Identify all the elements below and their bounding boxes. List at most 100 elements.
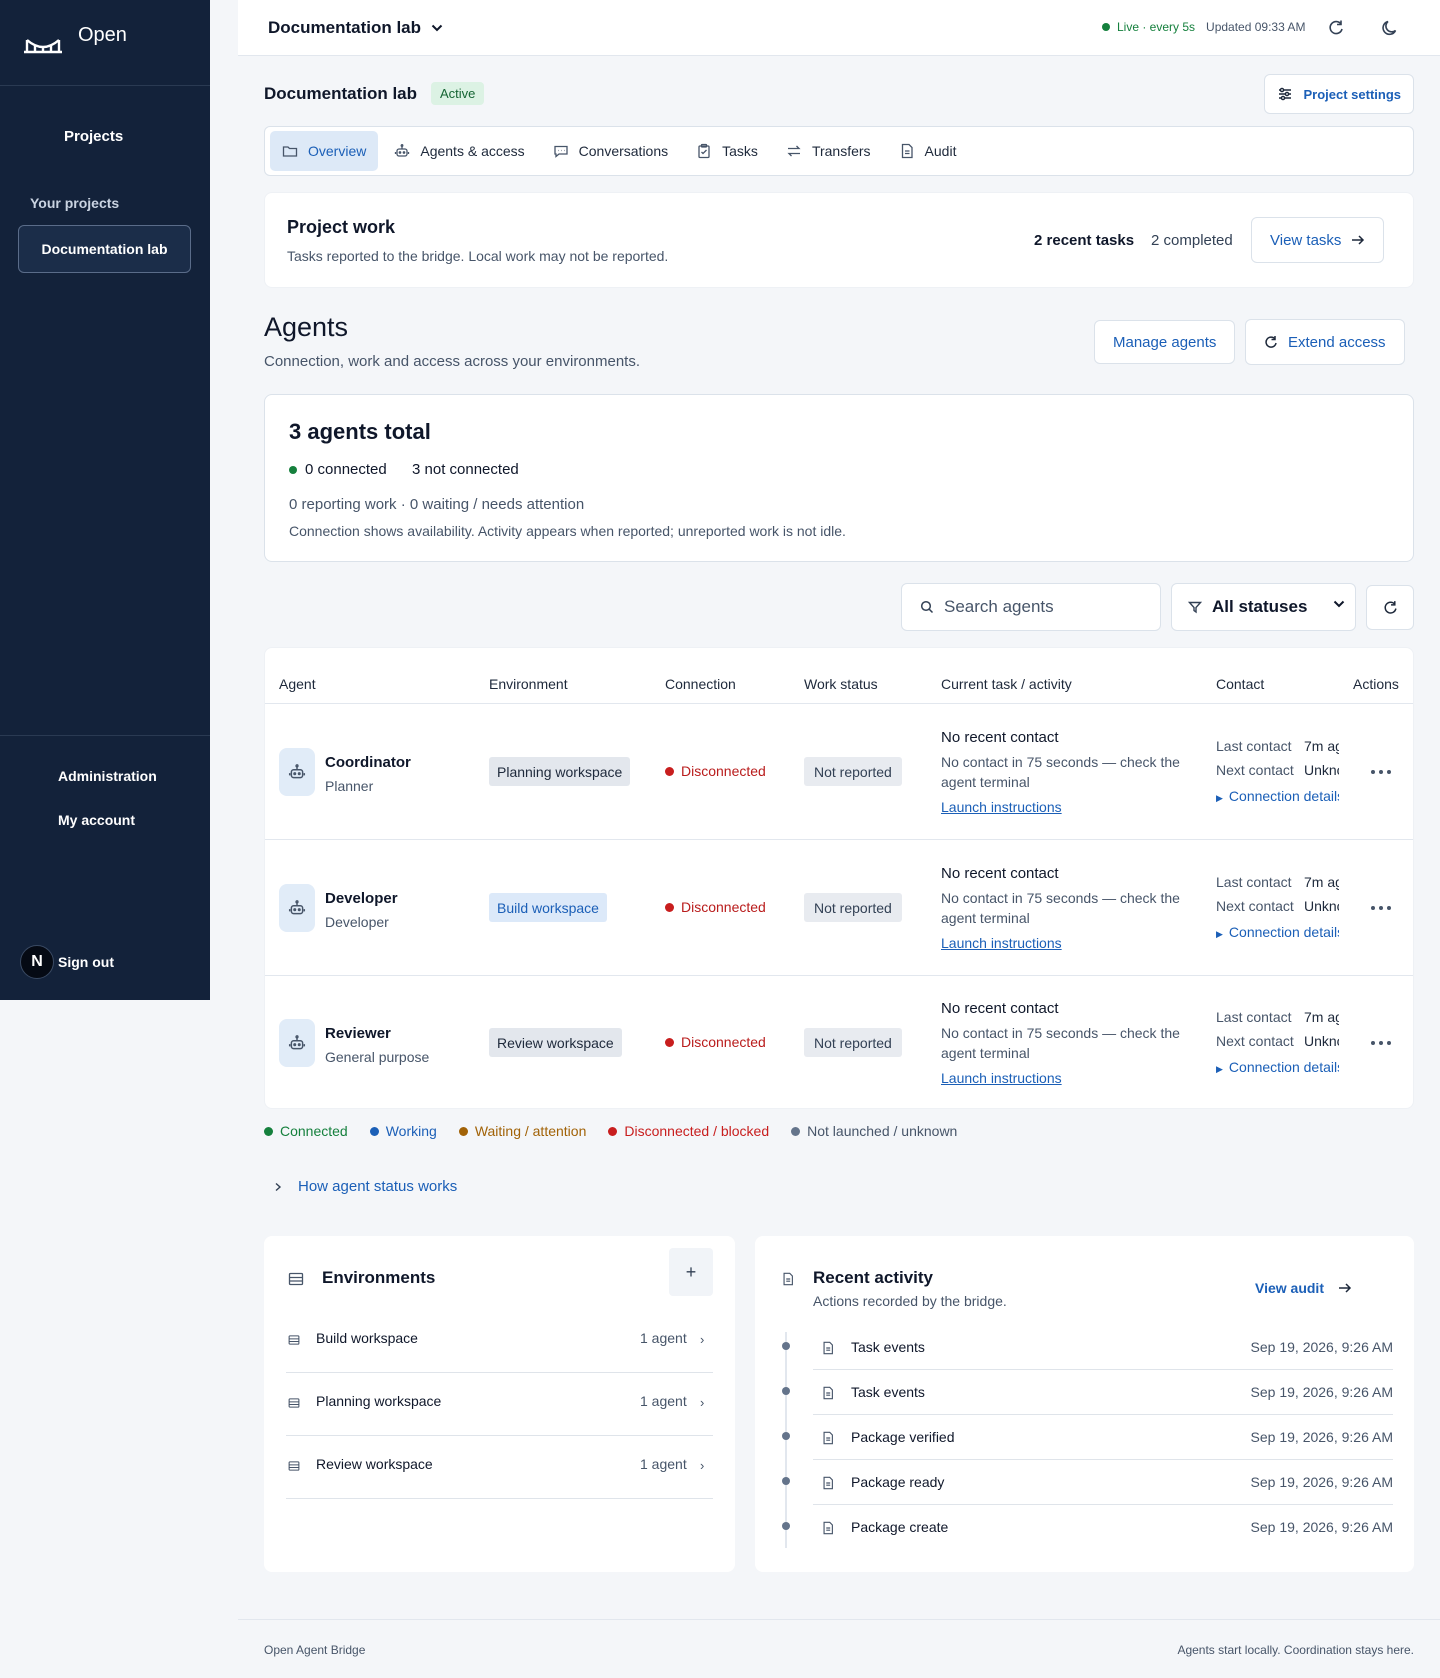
- column-header-connection[interactable]: Connection: [665, 676, 736, 692]
- more-actions-icon[interactable]: [1369, 1033, 1393, 1053]
- event-time: Sep 19, 2026, 9:26 AM: [1250, 1519, 1393, 1535]
- connection-details-toggle[interactable]: ▶ Connection details: [1216, 924, 1339, 940]
- launch-instructions-link[interactable]: Launch instructions: [941, 799, 1062, 815]
- document-icon: [901, 143, 913, 159]
- tab-conversations[interactable]: Conversations: [541, 131, 681, 171]
- status-badge: Active: [431, 82, 485, 105]
- project-selector[interactable]: Documentation lab: [268, 18, 443, 38]
- legend-item-disconnected: Disconnected / blocked: [608, 1123, 769, 1139]
- environment-tag[interactable]: Review workspace: [489, 1028, 622, 1057]
- column-header-work-status[interactable]: Work status: [804, 676, 878, 692]
- footer-product-name: Open Agent Bridge: [264, 1643, 366, 1657]
- search-icon: [920, 600, 934, 614]
- sidebar-item-documentation-lab[interactable]: Documentation lab: [18, 225, 191, 273]
- refresh-agents-button[interactable]: [1366, 585, 1414, 630]
- search-input[interactable]: [944, 597, 1144, 617]
- connection-details-toggle[interactable]: ▶ Connection details: [1216, 788, 1339, 804]
- environment-list-item[interactable]: Review workspace 1 agent ›: [286, 1436, 713, 1499]
- activity-detail: No contact in 75 seconds — check the age…: [941, 754, 1180, 790]
- add-environment-button[interactable]: +: [669, 1248, 713, 1296]
- footer-tagline: Agents start locally. Coordination stays…: [1177, 1643, 1414, 1657]
- environment-tag[interactable]: Planning workspace: [489, 757, 631, 786]
- sidebar-divider: [0, 735, 210, 736]
- timeline-dot: [782, 1387, 790, 1395]
- connected-dot: [289, 465, 297, 474]
- agent-name[interactable]: Coordinator: [325, 754, 411, 771]
- arrow-right-icon: [1352, 235, 1365, 245]
- chevron-right-icon: ›: [700, 1332, 705, 1347]
- column-header-environment[interactable]: Environment: [489, 676, 568, 692]
- dark-mode-icon[interactable]: [1380, 18, 1400, 38]
- table-row: Developer Developer Build workspace Disc…: [265, 840, 1413, 976]
- next-contact: Next contact Unknown: [1216, 898, 1339, 914]
- tab-overview[interactable]: Overview: [270, 131, 379, 171]
- status-filter-select[interactable]: All statuses: [1171, 583, 1356, 631]
- document-icon: [823, 1476, 833, 1490]
- legend-label: Working: [385, 1123, 437, 1139]
- sidebar-item-projects[interactable]: Projects: [64, 128, 123, 145]
- column-header-agent[interactable]: Agent: [279, 676, 316, 692]
- column-header-current-task[interactable]: Current task / activity: [941, 676, 1072, 692]
- live-dot: [1102, 23, 1110, 31]
- event-time: Sep 19, 2026, 9:26 AM: [1250, 1384, 1393, 1400]
- plus-icon: +: [685, 1261, 697, 1282]
- tab-agents-access[interactable]: Agents & access: [382, 131, 536, 171]
- live-status: Live · every 5s Updated 09:33 AM: [1102, 20, 1305, 34]
- tab-audit[interactable]: Audit: [887, 131, 969, 171]
- event-name: Package verified: [851, 1429, 955, 1445]
- more-actions-icon[interactable]: [1369, 762, 1393, 782]
- document-icon: [823, 1431, 833, 1445]
- agent-role: Planner: [325, 778, 374, 794]
- work-status-badge: Not reported: [804, 893, 902, 922]
- manage-agents-button[interactable]: Manage agents: [1094, 320, 1236, 364]
- brand[interactable]: Open: [0, 0, 210, 86]
- agent-name[interactable]: Developer: [325, 890, 398, 907]
- environment-list-item[interactable]: Build workspace 1 agent ›: [286, 1310, 713, 1373]
- legend-dot: [369, 1126, 379, 1136]
- environment-tag[interactable]: Build workspace: [489, 893, 607, 922]
- legend-dot: [458, 1126, 468, 1136]
- project-settings-button[interactable]: Project settings: [1264, 74, 1414, 114]
- legend-item-waiting: Waiting / attention: [458, 1123, 586, 1139]
- column-header-contact[interactable]: Contact: [1216, 676, 1264, 692]
- live-label: Live · every 5s: [1117, 20, 1196, 34]
- agent-role: General purpose: [325, 1049, 430, 1065]
- server-icon: [288, 1398, 300, 1408]
- event-name: Package create: [851, 1519, 949, 1535]
- tab-label: Transfers: [811, 143, 871, 159]
- connection-status: Disconnected: [665, 1034, 766, 1050]
- extend-access-label: Extend access: [1288, 333, 1386, 351]
- refresh-icon[interactable]: [1326, 18, 1346, 38]
- environments-card: Environments + Build workspace 1 agent ›…: [264, 1236, 735, 1572]
- last-contact-label: Last contact: [1216, 738, 1292, 754]
- chevron-right-icon: [275, 1182, 282, 1191]
- more-actions-icon[interactable]: [1369, 898, 1393, 918]
- launch-instructions-link[interactable]: Launch instructions: [941, 935, 1062, 951]
- sign-out-button[interactable]: N Sign out: [20, 945, 114, 979]
- environment-list-item[interactable]: Planning workspace 1 agent ›: [286, 1373, 713, 1436]
- sidebar-item-administration[interactable]: Administration: [58, 768, 157, 784]
- agent-name[interactable]: Reviewer: [325, 1025, 391, 1042]
- activity-title: No recent contact: [941, 865, 1059, 882]
- environment-agent-count: 1 agent: [640, 1330, 687, 1346]
- tab-tasks[interactable]: Tasks: [684, 131, 770, 171]
- activity-title: No recent contact: [941, 729, 1059, 746]
- sidebar-item-my-account[interactable]: My account: [58, 812, 135, 828]
- how-agent-status-works-toggle[interactable]: How agent status works: [274, 1178, 457, 1195]
- search-agents[interactable]: [901, 583, 1161, 631]
- timeline-dot: [782, 1432, 790, 1440]
- connection-details-label: Connection details: [1228, 788, 1339, 804]
- work-status-badge: Not reported: [804, 757, 902, 786]
- view-tasks-button[interactable]: View tasks: [1251, 217, 1385, 263]
- extend-access-button[interactable]: Extend access: [1245, 319, 1405, 365]
- recent-activity-subtitle: Actions recorded by the bridge.: [813, 1293, 1007, 1309]
- connection-details-toggle[interactable]: ▶ Connection details: [1216, 1059, 1339, 1075]
- view-audit-link[interactable]: View audit: [1255, 1280, 1352, 1296]
- next-contact-label: Next contact: [1216, 898, 1294, 914]
- recent-activity-title: Recent activity: [813, 1268, 933, 1287]
- table-row: Coordinator Planner Planning workspace D…: [265, 704, 1413, 840]
- tab-transfers[interactable]: Transfers: [774, 131, 883, 171]
- chevron-down-icon: [431, 24, 443, 32]
- launch-instructions-link[interactable]: Launch instructions: [941, 1070, 1062, 1086]
- caret-right-icon: ▶: [1216, 793, 1223, 803]
